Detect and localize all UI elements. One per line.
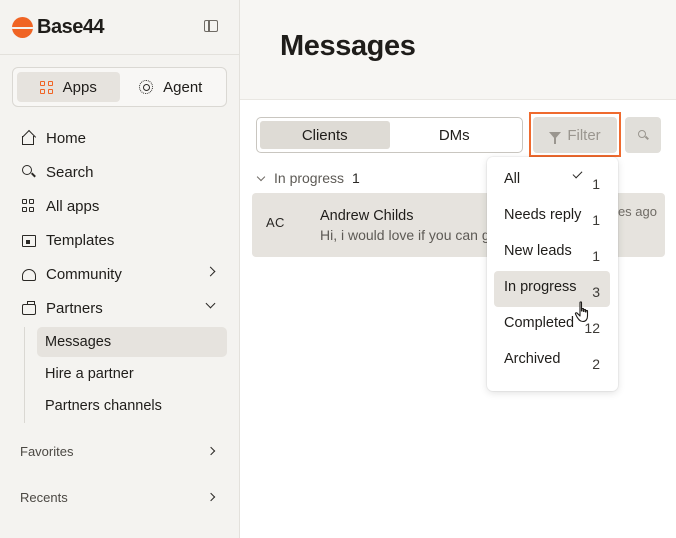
group-label: In progress	[274, 170, 345, 186]
page-title: Messages	[280, 30, 416, 62]
page-header: Messages	[240, 0, 676, 100]
chevron-down-icon	[205, 298, 216, 309]
group-header[interactable]: In progress 1	[256, 170, 360, 186]
tab-dms[interactable]: DMs	[390, 121, 520, 149]
sidebar-item-label: Templates	[46, 231, 115, 249]
filter-option-label: Completed	[504, 315, 575, 331]
chevron-right-icon	[206, 492, 216, 502]
mode-switch: Apps Agent	[12, 67, 227, 107]
home-icon	[22, 131, 36, 145]
chevron-down-icon	[256, 172, 266, 181]
check-icon	[572, 168, 583, 179]
filter-option-label: Archived	[504, 351, 561, 367]
sidebar-item-hire-a-partner[interactable]: Hire a partner	[37, 359, 227, 389]
sidebar-item-messages[interactable]: Messages	[37, 327, 227, 357]
sidebar-item-label: Community	[46, 265, 122, 283]
avatar: AC	[266, 215, 285, 230]
filter-option-count: 1	[592, 212, 600, 228]
apps-mode-label: Apps	[62, 78, 97, 96]
sidebar-item-search[interactable]: Search	[12, 157, 228, 187]
conversation-name: Andrew Childs	[320, 208, 414, 224]
filter-menu: All 1 Needs reply 1 New leads 1 In progr…	[487, 157, 618, 391]
base44-logo-icon	[12, 16, 33, 38]
filter-option-count: 1	[592, 176, 600, 192]
filter-option-label: In progress	[504, 279, 577, 295]
filter-option-label: Needs reply	[504, 207, 582, 223]
chevron-right-icon	[206, 446, 216, 456]
agent-mode-label: Agent	[163, 78, 203, 96]
sidebar-item-label: Search	[46, 163, 94, 181]
favorites-section[interactable]: Favorites	[20, 444, 220, 459]
sidebar-item-partners-channels[interactable]: Partners channels	[37, 391, 227, 421]
filter-icon	[549, 131, 562, 144]
apps-icon	[39, 80, 53, 94]
sidebar: Base44 Apps Agent Home Search All apps T…	[0, 0, 240, 538]
tab-clients[interactable]: Clients	[260, 121, 390, 149]
filter-label: Filter	[567, 126, 601, 144]
message-tabs: Clients DMs	[256, 117, 523, 153]
filter-option-archived[interactable]: Archived 2	[494, 343, 610, 379]
sidebar-item-templates[interactable]: Templates	[12, 225, 228, 255]
sidebar-item-community[interactable]: Community	[12, 259, 228, 289]
sidebar-divider	[0, 54, 239, 55]
group-count: 1	[352, 170, 360, 186]
chevron-right-icon	[205, 266, 216, 277]
sidebar-item-all-apps[interactable]: All apps	[12, 191, 228, 221]
brand-logo[interactable]: Base44	[12, 14, 228, 40]
filter-option-in-progress[interactable]: In progress 3	[494, 271, 610, 307]
filter-option-count: 1	[592, 248, 600, 264]
brand-name: Base44	[37, 15, 105, 38]
filter-option-count: 2	[592, 356, 600, 372]
sidebar-item-partners[interactable]: Partners	[12, 293, 228, 323]
filter-option-all[interactable]: All 1	[494, 163, 610, 199]
recents-label: Recents	[20, 490, 68, 505]
sidebar-item-label: All apps	[46, 197, 100, 215]
search-icon	[22, 165, 36, 179]
hand-cursor-icon	[574, 301, 589, 323]
agent-mode-button[interactable]: Agent	[120, 72, 223, 102]
briefcase-icon	[22, 300, 36, 315]
community-icon	[22, 268, 36, 281]
templates-icon	[22, 234, 36, 247]
filter-button[interactable]: Filter	[533, 117, 617, 153]
filter-option-new-leads[interactable]: New leads 1	[494, 235, 610, 271]
subnav-guide	[24, 327, 25, 423]
agent-icon	[139, 80, 154, 94]
sidebar-item-label: Home	[46, 129, 87, 147]
grid-icon	[22, 199, 36, 213]
filter-option-label: New leads	[504, 243, 572, 259]
favorites-label: Favorites	[20, 444, 74, 459]
apps-mode-button[interactable]: Apps	[17, 72, 120, 102]
sidebar-item-home[interactable]: Home	[12, 123, 228, 153]
filter-option-count: 3	[592, 284, 600, 300]
filter-option-completed[interactable]: Completed 12	[494, 307, 610, 343]
sidebar-item-label: Partners	[46, 299, 103, 317]
filter-option-needs-reply[interactable]: Needs reply 1	[494, 199, 610, 235]
conversation-time: tes ago	[614, 204, 657, 219]
filter-option-label: All	[504, 171, 521, 187]
conversation-preview: Hi, i would love if you can g	[320, 227, 490, 243]
sidebar-toggle-icon[interactable]	[204, 20, 218, 32]
search-icon-handle	[645, 135, 649, 140]
recents-section[interactable]: Recents	[20, 490, 220, 505]
search-button[interactable]	[625, 117, 661, 153]
